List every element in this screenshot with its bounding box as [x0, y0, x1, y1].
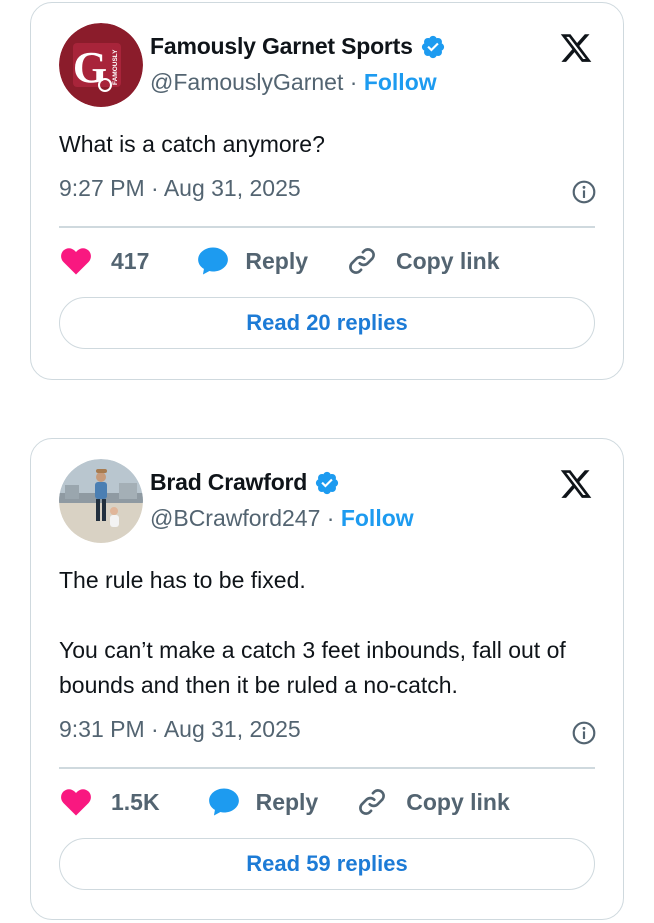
action-bar: 1.5K Reply Copy link	[59, 782, 595, 822]
separator-dot: ·	[326, 505, 341, 531]
like-button[interactable]: 417	[59, 244, 149, 278]
reply-button[interactable]: Reply	[195, 244, 308, 278]
x-logo-icon[interactable]	[557, 467, 595, 501]
read-replies-label: Read 59 replies	[246, 851, 408, 876]
logo-letter: G	[73, 43, 107, 92]
reply-bubble-icon	[195, 244, 231, 278]
divider	[59, 767, 595, 769]
copy-link-button[interactable]: Copy link	[356, 786, 510, 818]
author-name-row[interactable]: Brad Crawford	[150, 469, 340, 496]
reply-button[interactable]: Reply	[206, 785, 319, 819]
like-count: 417	[111, 247, 150, 274]
read-replies-button[interactable]: Read 20 replies	[59, 297, 595, 349]
author-name[interactable]: Brad Crawford	[150, 469, 307, 496]
info-icon[interactable]	[571, 179, 597, 205]
reply-bubble-icon	[206, 785, 242, 819]
tweet-card: G FAMOUSLY Famously Garnet Sports @Famou…	[30, 2, 624, 380]
link-icon	[346, 245, 378, 277]
avatar[interactable]	[59, 459, 143, 543]
x-logo-icon[interactable]	[557, 31, 595, 65]
read-replies-label: Read 20 replies	[246, 310, 408, 335]
like-button[interactable]: 1.5K	[59, 785, 160, 819]
logo-side-text: FAMOUSLY	[112, 49, 119, 85]
author-name[interactable]: Famously Garnet Sports	[150, 33, 413, 60]
tweet-text: What is a catch anymore?	[59, 131, 325, 157]
copy-link-button[interactable]: Copy link	[346, 245, 500, 277]
divider	[59, 226, 595, 228]
handle-row: @FamouslyGarnet · Follow	[150, 69, 437, 96]
copy-link-label: Copy link	[396, 247, 500, 274]
timestamp[interactable]: 9:27 PM · Aug 31, 2025	[59, 175, 301, 202]
timestamp[interactable]: 9:31 PM · Aug 31, 2025	[59, 716, 301, 743]
heart-icon	[59, 785, 93, 819]
verified-badge-icon	[314, 470, 340, 496]
profile-photo-image	[59, 459, 143, 543]
action-bar: 417 Reply Copy link	[59, 241, 595, 281]
author-handle[interactable]: @BCrawford247	[150, 505, 320, 531]
reply-label: Reply	[255, 788, 319, 815]
separator-dot: ·	[349, 69, 364, 95]
link-icon	[356, 786, 388, 818]
avatar[interactable]: G FAMOUSLY	[59, 23, 143, 107]
reply-label: Reply	[245, 247, 309, 274]
read-replies-button[interactable]: Read 59 replies	[59, 838, 595, 890]
info-icon[interactable]	[571, 720, 597, 746]
like-count: 1.5K	[111, 788, 160, 815]
team-logo-image: G FAMOUSLY	[59, 23, 143, 107]
verified-badge-icon	[420, 34, 446, 60]
follow-button[interactable]: Follow	[341, 505, 414, 531]
author-handle[interactable]: @FamouslyGarnet	[150, 69, 343, 95]
handle-row: @BCrawford247 · Follow	[150, 505, 414, 532]
copy-link-label: Copy link	[406, 788, 510, 815]
tweet-text: The rule has to be fixed. You can’t make…	[59, 567, 566, 698]
heart-icon	[59, 244, 93, 278]
follow-button[interactable]: Follow	[364, 69, 437, 95]
author-name-row[interactable]: Famously Garnet Sports	[150, 33, 446, 60]
tweet-card: Brad Crawford @BCrawford247 · Follow The…	[30, 438, 624, 920]
